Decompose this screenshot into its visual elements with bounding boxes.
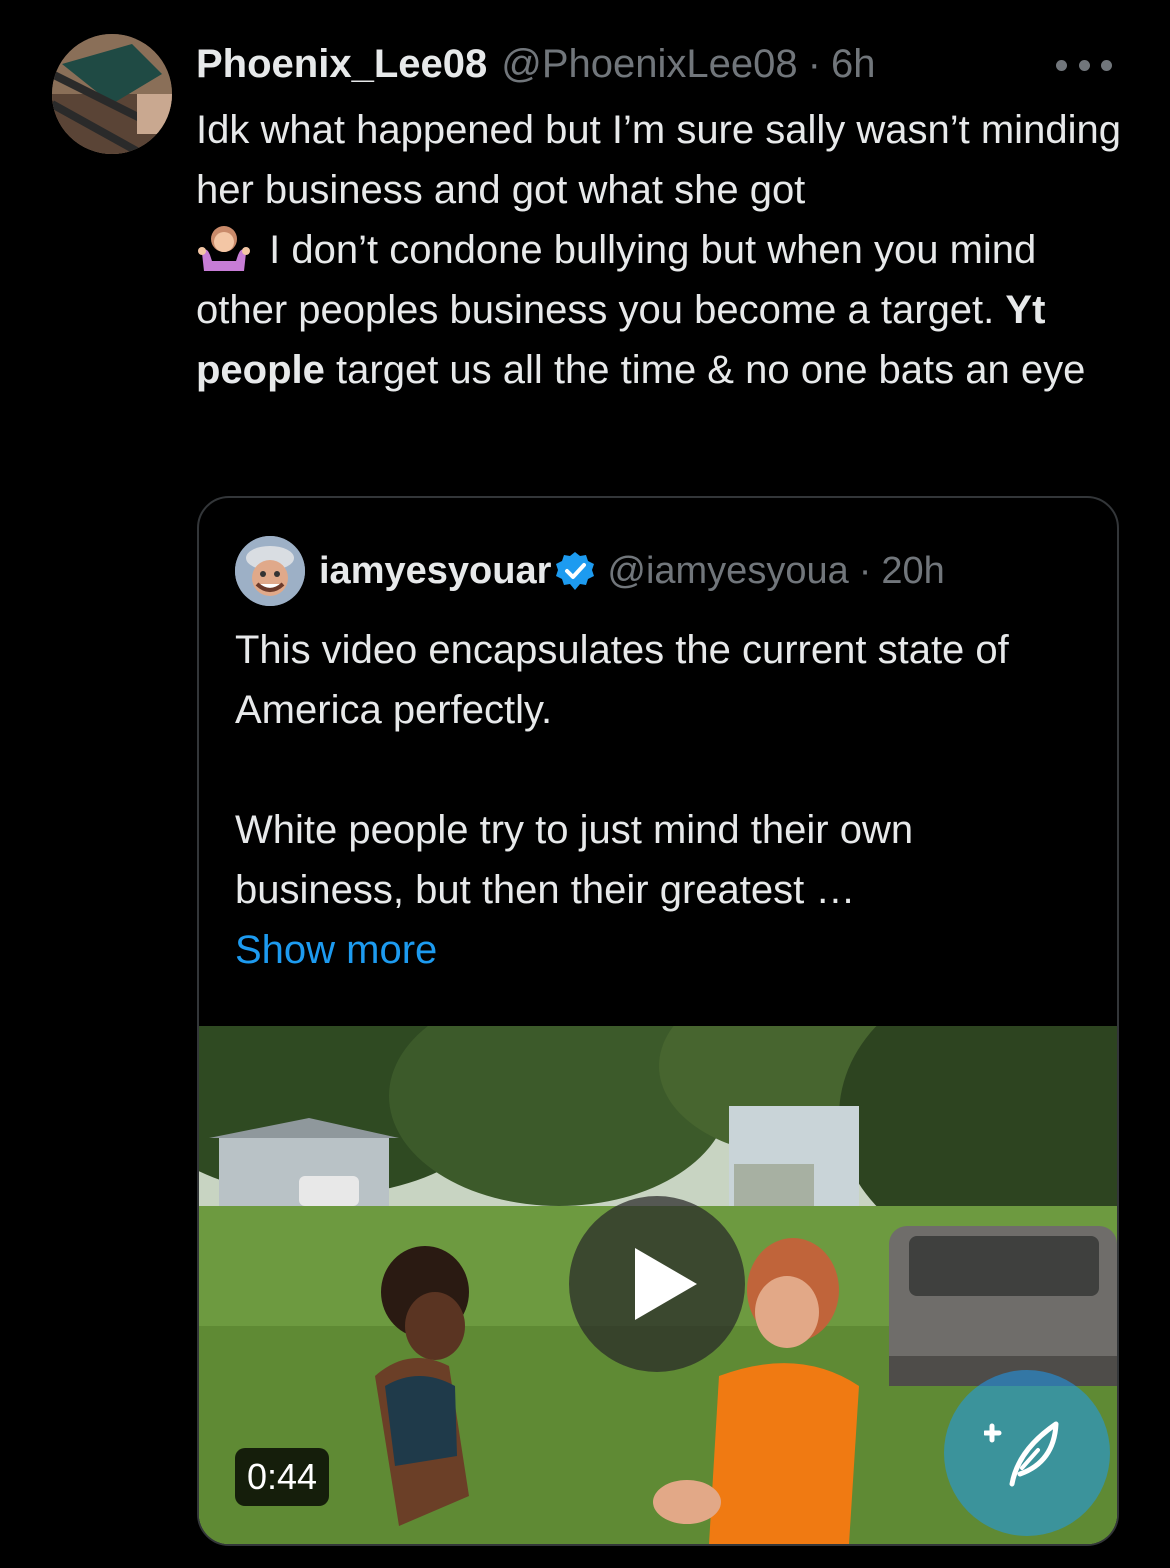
quoted-tweet-text: This video encapsulates the current stat… xyxy=(235,628,1009,912)
show-more-link[interactable]: Show more xyxy=(235,920,437,980)
play-icon[interactable] xyxy=(569,1196,745,1372)
compose-post-icon[interactable] xyxy=(944,1370,1110,1536)
video-player[interactable]: 0:44 xyxy=(199,1026,1117,1544)
tweet-text-part1: Idk what happened but I’m sure sally was… xyxy=(196,108,1121,212)
shrug-emoji-icon xyxy=(196,225,252,271)
quoted-author-avatar[interactable] xyxy=(235,536,305,606)
quoted-author-separator: · xyxy=(858,549,872,592)
tweet-text-part3: target us all the time & no one bats an … xyxy=(324,348,1086,392)
more-options-icon[interactable] xyxy=(1056,58,1112,72)
tweet-author-row: Phoenix_Lee08 @PhoenixLee08 · 6h xyxy=(196,38,875,90)
author-separator: · xyxy=(807,41,821,86)
tweet-text-part2: I don’t condone bullying but when you mi… xyxy=(196,228,1037,332)
author-display-name[interactable]: Phoenix_Lee08 xyxy=(196,42,487,87)
tweet-text: Idk what happened but I’m sure sally was… xyxy=(196,100,1136,400)
verified-badge-icon xyxy=(556,552,595,590)
quoted-author-row: iamyesyouar @iamyesyoua · 20h xyxy=(319,544,1089,598)
video-duration-badge: 0:44 xyxy=(235,1448,330,1506)
author-avatar[interactable] xyxy=(52,34,172,154)
quoted-tweet-card[interactable]: iamyesyouar @iamyesyoua · 20h This video… xyxy=(197,496,1119,1546)
quoted-author-display-name[interactable]: iamyesyouar xyxy=(319,550,551,593)
author-handle[interactable]: @PhoenixLee08 xyxy=(501,42,797,87)
quoted-tweet-timestamp[interactable]: 20h xyxy=(881,550,944,593)
quoted-author-handle[interactable]: @iamyesyoua xyxy=(607,550,848,593)
tweet-timestamp[interactable]: 6h xyxy=(831,42,876,87)
